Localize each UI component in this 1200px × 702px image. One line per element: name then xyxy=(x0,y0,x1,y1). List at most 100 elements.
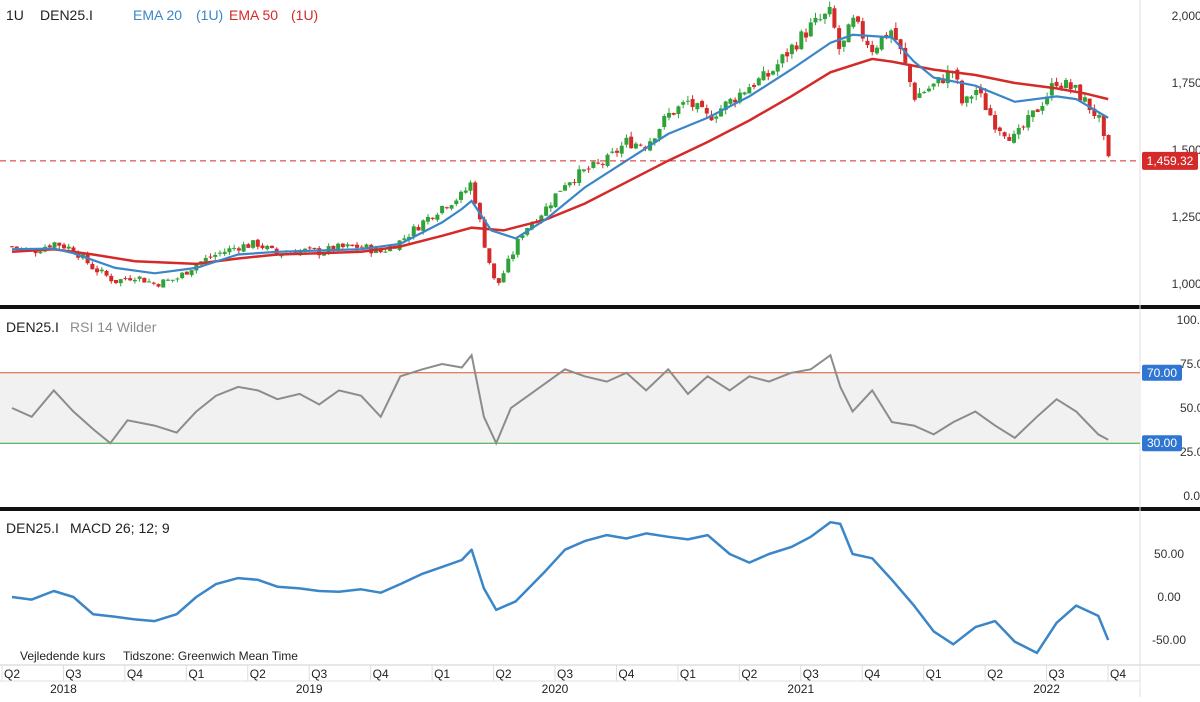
candle-body xyxy=(1101,115,1106,136)
candle-body xyxy=(1030,110,1035,118)
candle-body xyxy=(681,102,686,105)
candle-body xyxy=(1012,133,1017,143)
panel-divider-price-rsi[interactable] xyxy=(0,305,1200,309)
candle-body xyxy=(444,207,449,209)
candle-body xyxy=(203,257,208,262)
rsi-ytick-label: 50.00 xyxy=(1180,401,1200,415)
candle-body xyxy=(983,93,988,111)
macd-indicator-label[interactable]: MACD 26; 12; 9 xyxy=(70,520,170,536)
candle-body xyxy=(506,258,511,273)
candle-body xyxy=(113,280,118,284)
year-label: 2022 xyxy=(1033,682,1060,696)
symbol-label: DEN25.I xyxy=(40,7,93,23)
candle-body xyxy=(695,103,700,110)
candle-body xyxy=(605,154,610,166)
quarter-label: Q3 xyxy=(557,667,573,681)
quarter-label: Q2 xyxy=(987,667,1003,681)
candle-body xyxy=(449,205,454,209)
rsi-upper-badge-label: 70.00 xyxy=(1147,366,1177,380)
quarter-label: Q1 xyxy=(680,667,696,681)
candle-body xyxy=(629,136,634,149)
price-panel[interactable]: 1,000.001,250.001,500.001,750.002,000.00… xyxy=(0,1,1200,291)
candle-body xyxy=(1021,126,1026,128)
price-panel-header: 1U DEN25.I EMA 20 (1U) EMA 50 (1U) xyxy=(6,7,318,23)
footer-note: Vejledende kurs xyxy=(20,649,105,663)
quarter-label: Q2 xyxy=(250,667,266,681)
candle-body xyxy=(619,145,624,154)
candle-body xyxy=(666,112,671,118)
candle-body xyxy=(241,244,246,252)
candle-body xyxy=(870,44,875,53)
candle-body xyxy=(591,161,596,168)
candle-body xyxy=(175,278,180,280)
candle-body xyxy=(893,28,898,41)
candle-body xyxy=(780,54,785,64)
year-label: 2021 xyxy=(787,682,814,696)
candle-body xyxy=(90,263,95,270)
candle-body xyxy=(614,150,619,153)
candle-body xyxy=(685,100,690,102)
rsi-panel[interactable]: 0.00 25.00 50.00 75.00 100.00 70.00 30.00 xyxy=(0,313,1200,503)
candle-body xyxy=(804,32,809,38)
candle-body xyxy=(922,91,927,94)
candle-body xyxy=(553,193,558,208)
candle-body xyxy=(596,162,601,164)
ema50-legend-interval: (1U) xyxy=(291,7,318,23)
macd-line[interactable] xyxy=(11,520,1110,655)
candle-body xyxy=(1040,106,1045,111)
candle-body xyxy=(577,169,582,184)
stock-chart[interactable]: 1U DEN25.I EMA 20 (1U) EMA 50 (1U) DEN25… xyxy=(0,0,1200,697)
candle-body xyxy=(752,85,757,87)
interval-label[interactable]: 1U xyxy=(6,7,24,23)
candle-body xyxy=(435,214,440,220)
candle-body xyxy=(841,40,846,47)
candle-body xyxy=(142,277,147,283)
candle-body xyxy=(548,205,553,209)
price-ytick-label: 1,000.00 xyxy=(1172,277,1200,291)
ema50-legend-label[interactable]: EMA 50 xyxy=(229,7,278,23)
candlesticks xyxy=(10,1,1111,288)
quarter-label: Q1 xyxy=(188,667,204,681)
candle-body xyxy=(189,270,194,276)
rsi-panel-header: DEN25.I RSI 14 Wilder xyxy=(6,319,157,335)
quarter-label: Q2 xyxy=(741,667,757,681)
candle-body xyxy=(307,247,312,249)
chart-svg[interactable]: 1U DEN25.I EMA 20 (1U) EMA 50 (1U) DEN25… xyxy=(0,0,1200,697)
quarter-label: Q1 xyxy=(434,667,450,681)
candle-body xyxy=(38,251,43,254)
rsi-ytick-label: 25.00 xyxy=(1180,445,1200,459)
candle-body xyxy=(917,93,922,98)
candle-body xyxy=(1064,80,1069,89)
candle-body xyxy=(766,73,771,77)
candle-body xyxy=(170,279,175,281)
candle-body xyxy=(99,269,104,272)
quarter-label: Q4 xyxy=(1110,667,1126,681)
candle-body xyxy=(997,127,1002,132)
candle-body xyxy=(742,92,747,95)
panel-divider-rsi-macd[interactable] xyxy=(0,507,1200,511)
candle-body xyxy=(747,87,752,94)
year-label: 2020 xyxy=(542,682,569,696)
candle-body xyxy=(879,37,884,50)
candle-body xyxy=(492,263,497,279)
candle-body xyxy=(511,254,516,260)
candle-body xyxy=(147,281,152,283)
quarter-label: Q4 xyxy=(864,667,880,681)
candle-body xyxy=(340,243,345,248)
candle-body xyxy=(846,24,851,43)
candle-body xyxy=(969,96,974,99)
candle-body xyxy=(770,71,775,75)
candle-body xyxy=(851,17,856,27)
candle-body xyxy=(874,47,879,54)
ema20-legend-label[interactable]: EMA 20 xyxy=(133,7,182,23)
candle-body xyxy=(704,108,709,114)
candle-body xyxy=(1054,81,1059,87)
year-label: 2019 xyxy=(296,682,323,696)
quarter-label: Q4 xyxy=(618,667,634,681)
candle-body xyxy=(1002,132,1007,137)
rsi-indicator-label[interactable]: RSI 14 Wilder xyxy=(70,319,157,335)
macd-panel[interactable]: -50.00 0.00 50.00 xyxy=(11,520,1186,655)
year-label: 2018 xyxy=(50,682,77,696)
candle-body xyxy=(246,244,251,248)
candle-body xyxy=(402,238,407,240)
